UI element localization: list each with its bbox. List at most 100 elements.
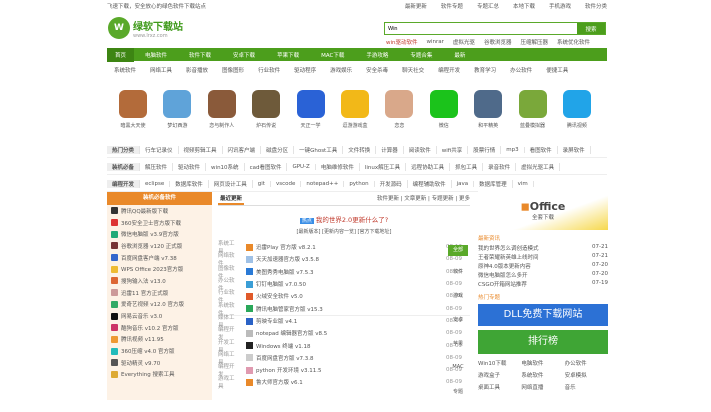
news-item[interactable]: 原神4.0版本更新内容 07-20 <box>478 262 608 271</box>
side-tab[interactable]: 全部 <box>448 245 468 256</box>
list-item[interactable]: 腾讯视频 v11.95 <box>107 334 212 346</box>
tag-link[interactable]: 开发源码 <box>375 180 408 188</box>
subnav-item[interactable]: 驱动程序 <box>294 66 316 74</box>
tag-link[interactable]: linux解压工具 <box>360 163 407 171</box>
app-tile[interactable]: 微信 <box>426 90 462 129</box>
search-button[interactable]: 搜索 <box>577 23 605 34</box>
table-row[interactable]: 办公软件 钉钉电脑版 v7.0.50 08-09 <box>218 278 470 292</box>
row-name[interactable]: notepad 编辑器官方版 v8.5 <box>256 329 446 337</box>
row-name[interactable]: 迅雷Play 官方版 v8.2.1 <box>256 243 446 251</box>
news-title[interactable]: CSGO开箱网站推荐 <box>478 280 527 289</box>
table-row[interactable]: 编程开发 notepad 编辑器官方版 v8.5 08-09 <box>218 327 470 341</box>
subnav-item[interactable]: 聊天社交 <box>402 66 424 74</box>
tag-link[interactable]: 数据库软件 <box>170 180 209 188</box>
tag-link[interactable]: GPU-Z <box>287 164 316 170</box>
table-row[interactable]: 编程开发 python 开发环境 v3.11.5 08-09 <box>218 364 470 378</box>
subnav-item[interactable]: 便捷工具 <box>546 66 568 74</box>
nav-item[interactable]: 首页 <box>107 47 135 62</box>
app-tile[interactable]: 炉石传说 <box>248 90 284 129</box>
tag-category[interactable]: 装机必备 <box>107 163 141 171</box>
grid-link[interactable]: 安卓模拟 <box>565 371 608 379</box>
tag-link[interactable]: 一键Ghost工具 <box>294 146 344 154</box>
row-name[interactable]: 钉钉电脑版 v7.0.50 <box>256 280 446 288</box>
headline[interactable]: 热点 我的世界2.0更新什么了? <box>218 214 470 224</box>
table-row[interactable]: 图像软件 美图秀秀电脑版 v7.5.3 08-09 <box>218 266 470 280</box>
subnav-item[interactable]: 系统软件 <box>114 66 136 74</box>
list-item[interactable]: 腾讯QQ最新版下载 <box>107 205 212 217</box>
row-name[interactable]: 腾讯电脑管家官方版 v15.3 <box>256 305 446 313</box>
side-tab[interactable]: MAC <box>448 364 468 388</box>
hot-keyword[interactable]: win驱动软件 <box>386 38 418 46</box>
grid-link[interactable]: 系统软件 <box>521 371 564 379</box>
tag-link[interactable]: 视频剪辑工具 <box>179 146 223 154</box>
tag-link[interactable]: 闪讯客户端 <box>223 146 262 154</box>
list-item[interactable]: 百度网盘客户端 v7.38 <box>107 252 212 264</box>
grid-link[interactable]: 音乐 <box>565 383 608 391</box>
app-tile[interactable]: 暗黑大天使 <box>115 90 151 129</box>
list-item[interactable]: 360安全卫士官方版下载 <box>107 217 212 229</box>
table-row[interactable]: 网络工具 百度网盘官方版 v7.3.8 08-09 <box>218 352 470 366</box>
tag-link[interactable]: 计算器 <box>376 146 404 154</box>
table-row[interactable]: 开发工具 Windows 终端 v1.18 08-09 <box>218 339 470 354</box>
news-item[interactable]: CSGO开箱网站推荐 07-19 <box>478 280 608 289</box>
top-link[interactable]: 最新更新 <box>405 4 427 10</box>
grid-link[interactable]: 电脑软件 <box>521 359 564 367</box>
nav-item[interactable]: 软件下载 <box>178 51 222 59</box>
nav-item[interactable]: 手游攻略 <box>355 51 399 59</box>
list-item[interactable]: 爱奇艺视频 v12.0 官方版 <box>107 299 212 311</box>
tag-link[interactable]: vim <box>513 181 534 187</box>
table-row[interactable]: 网络软件 天天加速器官方版 v3.5.8 08-09 <box>218 253 470 267</box>
list-item[interactable]: 谷歌浏览器 v120 正式版 <box>107 240 212 252</box>
row-name[interactable]: 火绒安全软件 v5.0 <box>256 292 446 300</box>
tag-link[interactable]: python <box>344 181 375 187</box>
grid-link[interactable]: 游戏盒子 <box>478 371 521 379</box>
nav-item[interactable]: 苹果下载 <box>266 51 310 59</box>
tag-link[interactable]: 磁盘分区 <box>261 146 295 154</box>
tag-link[interactable]: 编程辅助软件 <box>408 180 452 188</box>
subnav-item[interactable]: 办公软件 <box>510 66 532 74</box>
app-tile[interactable]: 腾讯视频 <box>559 90 595 129</box>
tag-category[interactable]: 编程开发 <box>107 180 141 188</box>
app-tile[interactable]: 和平精英 <box>470 90 506 129</box>
news-title[interactable]: 原神4.0版本更新内容 <box>478 262 531 271</box>
hot-keyword[interactable]: 谷歌浏览器 <box>484 38 512 46</box>
tag-link[interactable]: 抓包工具 <box>450 163 484 171</box>
row-name[interactable]: 剪映专业版 v4.1 <box>256 317 446 325</box>
side-tab[interactable]: 专题 <box>448 388 468 412</box>
subnav-item[interactable]: 行业软件 <box>258 66 280 74</box>
news-item[interactable]: 微信电脑版怎么多开 07-20 <box>478 271 608 280</box>
list-item[interactable]: 搜狗输入法 v13.0 <box>107 275 212 287</box>
top-link[interactable]: 本地下载 <box>513 4 535 10</box>
news-item[interactable]: 我的世界怎么调创造模式 07-21 <box>478 244 608 253</box>
hot-keyword[interactable]: 虚拟光驱 <box>453 38 475 46</box>
grid-link[interactable]: Win10下载 <box>478 359 521 367</box>
row-name[interactable]: Windows 终端 v1.18 <box>256 342 446 350</box>
row-category[interactable]: 游戏工具 <box>218 374 238 390</box>
list-item[interactable]: 酷狗音乐 v10.2 官方版 <box>107 322 212 334</box>
list-item[interactable]: Everything 搜索工具 <box>107 369 212 381</box>
tag-link[interactable]: 录音软件 <box>483 163 517 171</box>
headline-sublinks[interactable]: [最新版本] [更新内容一览] [官方下载地址] <box>218 228 470 235</box>
tag-link[interactable]: 驱动软件 <box>173 163 207 171</box>
row-name[interactable]: 美图秀秀电脑版 v7.5.3 <box>256 268 446 276</box>
subnav-item[interactable]: 图像图形 <box>222 66 244 74</box>
news-title[interactable]: 微信电脑版怎么多开 <box>478 271 528 280</box>
list-item[interactable]: WPS Office 2023官方版 <box>107 263 212 275</box>
table-row[interactable]: 行业软件 火绒安全软件 v5.0 08-09 <box>218 290 470 304</box>
tag-link[interactable]: 解压软件 <box>140 163 174 171</box>
nav-item[interactable]: 电脑软件 <box>134 51 178 59</box>
news-item[interactable]: 王者荣耀新英雄上线时间 07-21 <box>478 253 608 262</box>
table-row[interactable]: 系统软件 腾讯电脑管家官方版 v15.3 08-09 <box>218 302 470 317</box>
side-tab[interactable]: 安卓 <box>448 316 468 340</box>
list-item[interactable]: 360压缩 v4.0 官方版 <box>107 345 212 357</box>
side-tab[interactable]: 苹果 <box>448 340 468 364</box>
table-row[interactable]: 系统工具迅雷Play 官方版 v8.2.108-12 <box>218 241 470 255</box>
nav-item[interactable]: 最新 <box>443 51 476 59</box>
tag-link[interactable]: notepad++ <box>301 181 345 187</box>
news-title[interactable]: 王者荣耀新英雄上线时间 <box>478 253 539 262</box>
tag-link[interactable]: 看图软件 <box>525 146 558 154</box>
table-row[interactable]: 媒体工具 剪映专业版 v4.1 08-09 <box>218 314 470 329</box>
tag-link[interactable]: 远程协助工具 <box>406 163 451 171</box>
top-link[interactable]: 专题汇总 <box>477 4 499 10</box>
list-item[interactable]: 网易云音乐 v3.0 <box>107 310 212 322</box>
